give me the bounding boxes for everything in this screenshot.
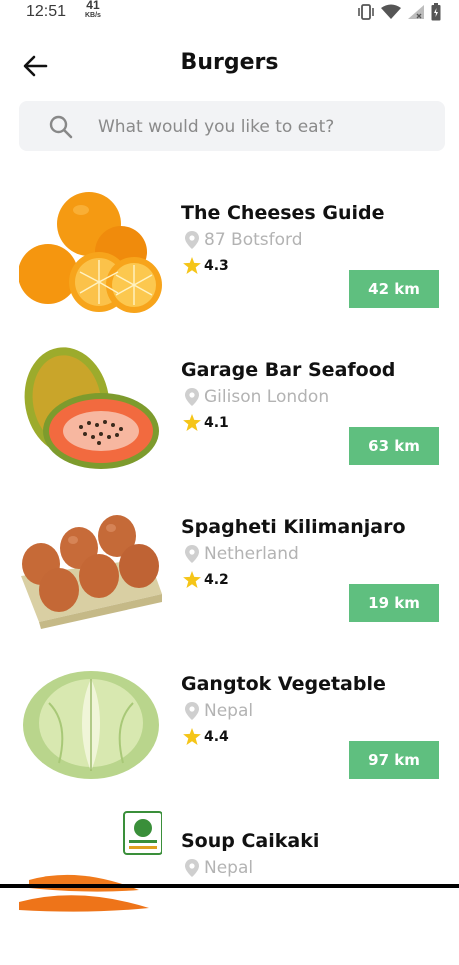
network-speed-unit: KB/s [85, 12, 101, 19]
item-rating-value: 4.2 [204, 571, 229, 588]
search-bar[interactable] [19, 101, 445, 151]
network-speed-value: 41 [86, 0, 100, 12]
item-location: Gilison London [185, 387, 329, 407]
item-rating: 4.1 [183, 414, 229, 431]
item-rating-value: 4.3 [204, 257, 229, 274]
item-rating: 4.2 [183, 571, 229, 588]
distance-badge: 19 km [349, 584, 439, 622]
search-icon [48, 114, 74, 144]
location-pin-icon [185, 545, 199, 563]
item-location-text: 87 Botsford [204, 230, 303, 250]
item-location-text: Nepal [204, 858, 254, 878]
item-image-eggs [19, 496, 162, 629]
list-item[interactable]: Spagheti Kilimanjaro Netherland 4.2 19 k… [0, 494, 459, 651]
item-location-text: Nepal [204, 701, 254, 721]
item-location: 87 Botsford [185, 230, 303, 250]
app-header: Burgers [0, 36, 459, 96]
item-image-cabbage [19, 653, 162, 786]
wifi-icon [381, 4, 401, 24]
item-rating: 4.4 [183, 728, 229, 745]
bottom-edge [0, 884, 459, 888]
item-location: Netherland [185, 544, 299, 564]
list-item[interactable]: Garage Bar Seafood Gilison London 4.1 63… [0, 337, 459, 494]
star-icon [183, 257, 201, 274]
item-image-oranges [19, 182, 162, 315]
location-pin-icon [185, 859, 199, 877]
item-image-papaya [19, 339, 162, 472]
item-location-text: Gilison London [204, 387, 330, 407]
item-location: Nepal [185, 858, 253, 878]
page-title: Burgers [180, 50, 279, 75]
distance-badge: 42 km [349, 270, 439, 308]
signal-icon [407, 4, 425, 24]
distance-badge: 63 km [349, 427, 439, 465]
location-pin-icon [185, 388, 199, 406]
item-name: Garage Bar Seafood [181, 359, 396, 381]
vibrate-icon [357, 4, 375, 24]
item-image-carrots [19, 810, 162, 943]
item-rating: 4.3 [183, 257, 229, 274]
network-speed: 41 KB/s [85, 0, 101, 20]
item-name: Gangtok Vegetable [181, 673, 386, 695]
item-name: The Cheeses Guide [181, 202, 385, 224]
list-item[interactable]: Gangtok Vegetable Nepal 4.4 97 km [0, 651, 459, 808]
item-rating-value: 4.1 [204, 414, 229, 431]
star-icon [183, 571, 201, 588]
item-name: Spagheti Kilimanjaro [181, 516, 406, 538]
location-pin-icon [185, 702, 199, 720]
item-name: Soup Caikaki [181, 830, 320, 852]
location-pin-icon [185, 231, 199, 249]
star-icon [183, 728, 201, 745]
item-location-text: Netherland [204, 544, 299, 564]
star-icon [183, 414, 201, 431]
distance-badge: 97 km [349, 741, 439, 779]
search-input[interactable] [96, 111, 430, 143]
battery-icon [431, 3, 441, 25]
status-bar: 12:51 41 KB/s [0, 0, 459, 26]
item-rating-value: 4.4 [204, 728, 229, 745]
item-location: Nepal [185, 701, 253, 721]
restaurant-list: The Cheeses Guide 87 Botsford 4.3 42 km [0, 180, 459, 965]
status-time: 12:51 [26, 3, 67, 20]
list-item[interactable]: The Cheeses Guide 87 Botsford 4.3 42 km [0, 180, 459, 337]
